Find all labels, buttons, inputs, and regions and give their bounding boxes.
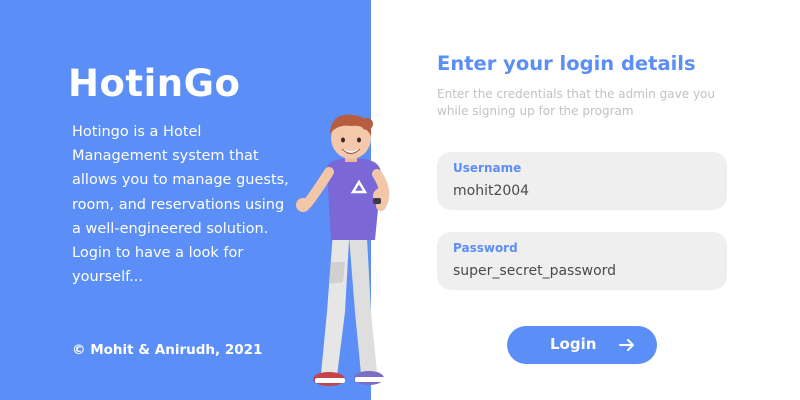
password-label: Password (453, 241, 518, 255)
copyright-text: © Mohit & Anirudh, 2021 (72, 342, 263, 358)
arrow-right-icon (619, 339, 634, 351)
brand-title: HotinGo (68, 62, 241, 105)
login-button[interactable]: Login (507, 326, 657, 364)
login-button-label: Login (550, 335, 597, 353)
login-title: Enter your login details (437, 52, 696, 75)
username-field[interactable]: Username (437, 152, 727, 210)
login-subtitle: Enter the credentials that the admin gav… (437, 87, 716, 118)
password-input[interactable] (453, 260, 711, 282)
character-illustration (296, 114, 390, 386)
brand-description: Hotingo is a Hotel Management system tha… (72, 124, 289, 286)
username-label: Username (453, 161, 522, 175)
username-input[interactable] (453, 180, 711, 202)
password-field[interactable]: Password (437, 232, 727, 290)
